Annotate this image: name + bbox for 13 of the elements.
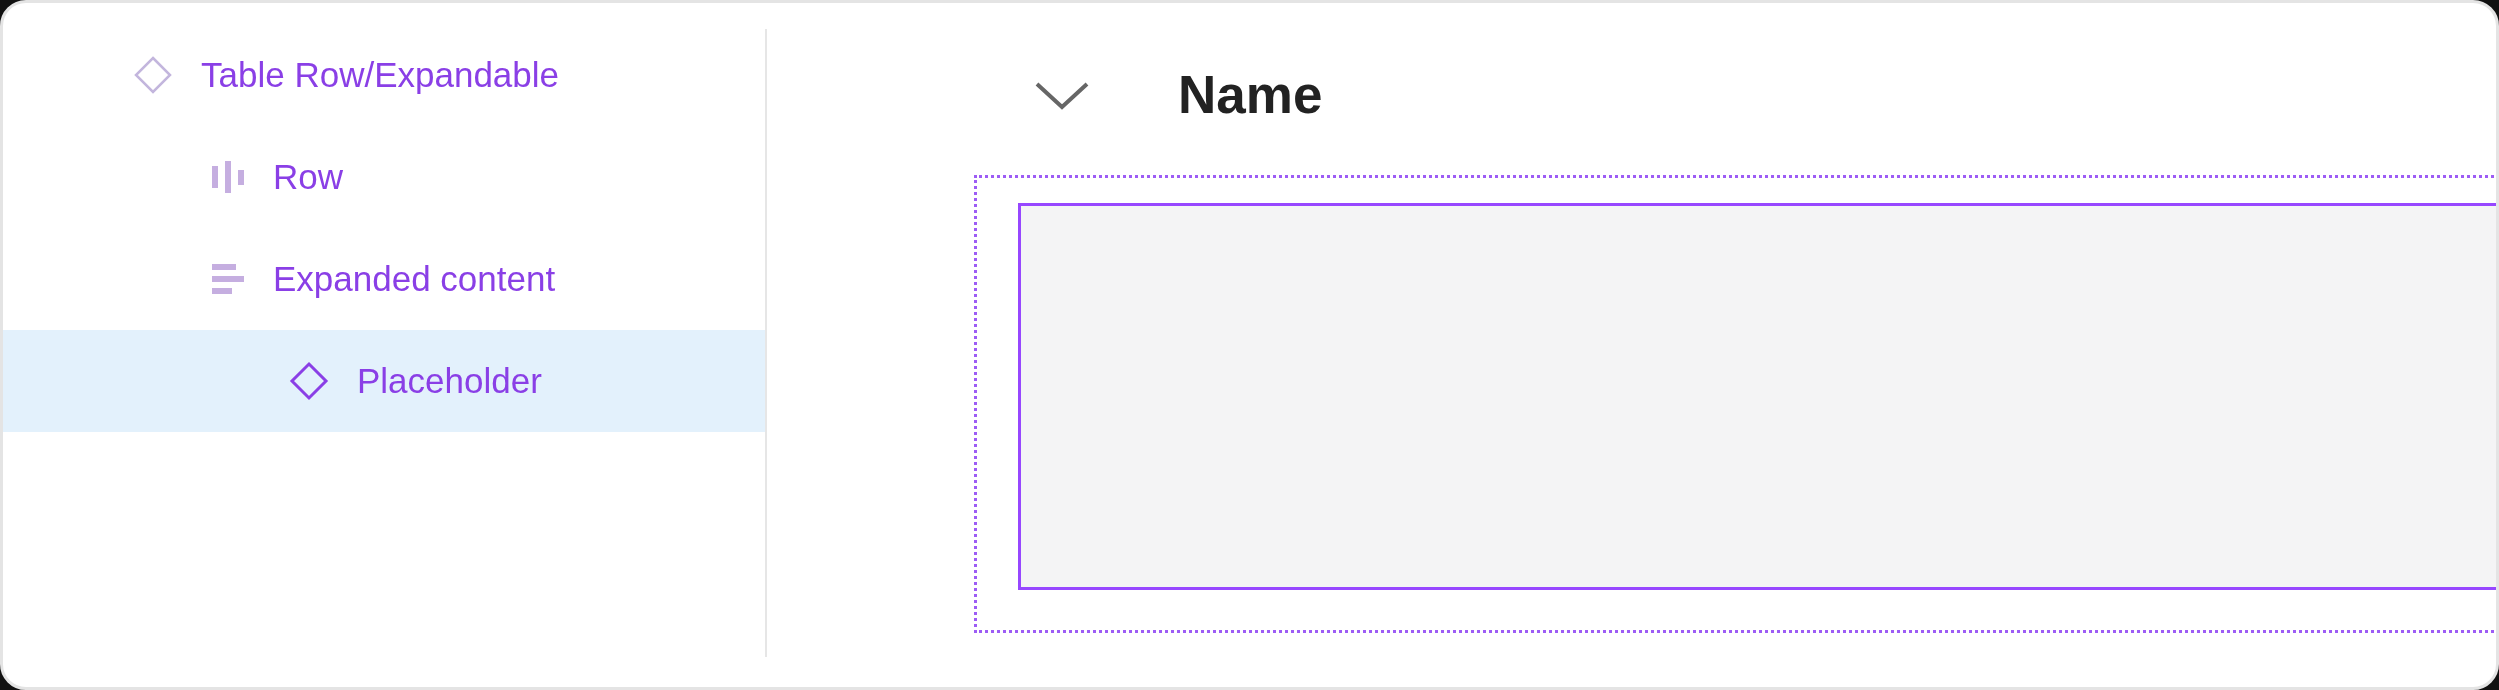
rows-layout-icon bbox=[211, 263, 245, 295]
column-heading: Name bbox=[1178, 64, 1323, 125]
layer-row[interactable]: Placeholder bbox=[3, 330, 765, 432]
diamond-icon bbox=[133, 55, 173, 95]
layer-name: Row bbox=[273, 157, 344, 197]
layer-row[interactable]: Row bbox=[3, 126, 765, 228]
columns-layout-icon bbox=[211, 160, 245, 194]
layer-row[interactable]: Table Row/Expandable bbox=[3, 24, 765, 126]
layer-name: Expanded content bbox=[273, 259, 556, 299]
layer-name: Placeholder bbox=[357, 361, 542, 401]
diamond-icon bbox=[289, 361, 329, 401]
layer-row[interactable]: Expanded content bbox=[3, 228, 765, 330]
layer-name: Table Row/Expandable bbox=[201, 55, 559, 95]
